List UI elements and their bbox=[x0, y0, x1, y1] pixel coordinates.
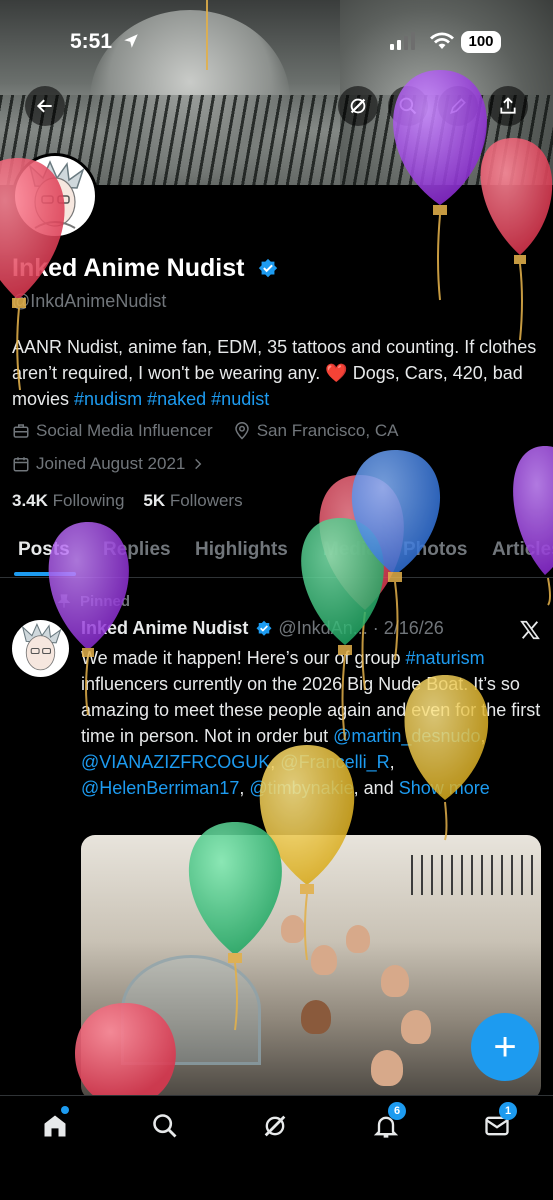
verified-badge-icon[interactable] bbox=[257, 258, 279, 280]
mention-francelli[interactable]: @Francelli_R bbox=[280, 752, 389, 772]
share-button[interactable] bbox=[488, 86, 528, 126]
photo-person bbox=[281, 915, 305, 943]
share-icon bbox=[500, 97, 516, 114]
followers-link[interactable]: 5K Followers bbox=[143, 491, 242, 510]
status-bar: 5:51 100 bbox=[0, 30, 553, 54]
anime-avatar-image bbox=[28, 160, 85, 229]
mention-sep: , bbox=[389, 752, 395, 772]
photo-person bbox=[371, 1050, 403, 1086]
post-verified-badge-icon bbox=[256, 621, 272, 636]
profile-avatar[interactable] bbox=[12, 153, 98, 239]
nav-messages[interactable]: 1 bbox=[483, 1102, 517, 1142]
edit-button[interactable] bbox=[438, 86, 478, 126]
photo-person bbox=[311, 945, 337, 975]
bio-hashtag-nudist[interactable]: #nudist bbox=[211, 389, 269, 409]
search-profile-button[interactable] bbox=[388, 86, 428, 126]
photo-railing bbox=[411, 855, 541, 895]
profile-bio: AANR Nudist, anime fan, EDM, 35 tattoos … bbox=[12, 334, 542, 412]
photo-glass-stair bbox=[121, 955, 261, 1065]
mention-viana[interactable]: @VIANAZIZFRCOGUK bbox=[81, 752, 270, 772]
tab-photos[interactable]: Photos bbox=[403, 539, 467, 561]
cellular-signal-icon bbox=[390, 32, 415, 50]
mention-martin[interactable]: @martin_desnudo bbox=[333, 726, 480, 746]
grok-icon bbox=[350, 98, 366, 114]
followers-label: Followers bbox=[169, 491, 243, 510]
status-time: 5:51 bbox=[70, 30, 113, 53]
tab-articles[interactable]: Articles bbox=[492, 539, 553, 561]
notifications-badge: 6 bbox=[388, 1102, 406, 1120]
compose-post-button[interactable]: + bbox=[471, 1013, 539, 1081]
active-tab-indicator bbox=[14, 572, 76, 576]
location-pin-icon bbox=[234, 422, 249, 440]
profile-name-text: Inked Anime Nudist bbox=[12, 254, 245, 282]
profile-meta-row: Social Media Influencer San Francisco, C… bbox=[12, 421, 398, 441]
messages-badge: 1 bbox=[499, 1102, 517, 1120]
followers-count: 5K bbox=[143, 491, 166, 510]
tab-replies[interactable]: Replies bbox=[103, 539, 171, 561]
calendar-icon bbox=[13, 457, 29, 472]
profile-location: San Francisco, CA bbox=[256, 421, 399, 440]
briefcase-icon bbox=[13, 424, 29, 438]
post-text-1: We made it happen! Here’s our of group bbox=[81, 648, 406, 668]
nav-home[interactable] bbox=[41, 1106, 71, 1142]
post-body: We made it happen! Here’s our of group #… bbox=[81, 645, 541, 801]
following-link[interactable]: 3.4K Following bbox=[12, 491, 124, 510]
photo-person bbox=[301, 1000, 331, 1034]
bottom-nav-bar: 6 1 bbox=[0, 1095, 553, 1200]
profile-handle: @InkdAnimeNudist bbox=[12, 291, 167, 311]
battery-indicator: 100 bbox=[461, 31, 501, 53]
mention-sep: , bbox=[480, 726, 486, 746]
mention-and: , and bbox=[353, 778, 399, 798]
mention-sep: , bbox=[270, 752, 281, 772]
post-media-photo[interactable] bbox=[81, 835, 541, 1100]
mention-tim[interactable]: @timbynakie bbox=[249, 778, 353, 798]
post-author-name[interactable]: Inked Anime Nudist bbox=[81, 618, 248, 638]
joined-row[interactable]: Joined August 2021 bbox=[12, 454, 205, 474]
home-icon bbox=[44, 1115, 66, 1137]
photo-person bbox=[401, 1010, 431, 1044]
post-header: Inked Anime Nudist @InkdAn... · 2/16/26 bbox=[81, 618, 444, 639]
profile-tabs: Posts Replies Highlights Media Photos Ar… bbox=[0, 530, 553, 578]
search-icon bbox=[153, 1114, 177, 1138]
back-button[interactable] bbox=[25, 86, 65, 126]
pencil-icon bbox=[450, 98, 466, 114]
nav-search[interactable] bbox=[151, 1112, 181, 1142]
plus-icon: + bbox=[493, 1024, 517, 1069]
x-logo-icon[interactable] bbox=[519, 619, 541, 641]
location-arrow-icon bbox=[124, 34, 138, 48]
photo-person bbox=[346, 925, 370, 953]
back-arrow-icon bbox=[36, 99, 52, 113]
nav-grok[interactable] bbox=[261, 1112, 291, 1142]
tab-posts[interactable]: Posts bbox=[18, 539, 70, 561]
balloon bbox=[513, 446, 553, 606]
tab-highlights[interactable]: Highlights bbox=[195, 539, 288, 561]
photo-person bbox=[381, 965, 409, 997]
grok-icon bbox=[264, 1115, 286, 1137]
mention-helen[interactable]: @HelenBerriman17 bbox=[81, 778, 239, 798]
chevron-right-icon bbox=[195, 458, 202, 470]
profile-joined: Joined August 2021 bbox=[36, 454, 186, 473]
grok-button[interactable] bbox=[338, 86, 378, 126]
post-date: · 2/16/26 bbox=[372, 618, 444, 638]
tab-media[interactable]: Media bbox=[323, 539, 377, 561]
profile-name: Inked Anime Nudist bbox=[12, 254, 279, 283]
follow-stats: 3.4K Following 5K Followers bbox=[12, 491, 243, 511]
mention-sep: , bbox=[239, 778, 250, 798]
home-unread-dot bbox=[61, 1106, 69, 1114]
bio-hashtag-nudism[interactable]: #nudism bbox=[74, 389, 142, 409]
nav-notifications[interactable]: 6 bbox=[372, 1102, 406, 1142]
pinned-label: Pinned bbox=[80, 593, 131, 610]
wifi-icon bbox=[430, 32, 454, 49]
post-author-handle[interactable]: @InkdAn... bbox=[278, 618, 367, 638]
following-count: 3.4K bbox=[12, 491, 48, 510]
anime-avatar-small-image bbox=[21, 622, 62, 671]
following-label: Following bbox=[52, 491, 125, 510]
pin-icon bbox=[57, 594, 71, 608]
bio-hashtag-naked[interactable]: #naked bbox=[147, 389, 206, 409]
profile-category: Social Media Influencer bbox=[36, 421, 213, 440]
search-icon bbox=[399, 97, 417, 115]
post-author-avatar[interactable] bbox=[12, 620, 69, 677]
show-more-link[interactable]: Show more bbox=[399, 778, 490, 798]
post-hashtag-naturism[interactable]: #naturism bbox=[406, 648, 485, 668]
